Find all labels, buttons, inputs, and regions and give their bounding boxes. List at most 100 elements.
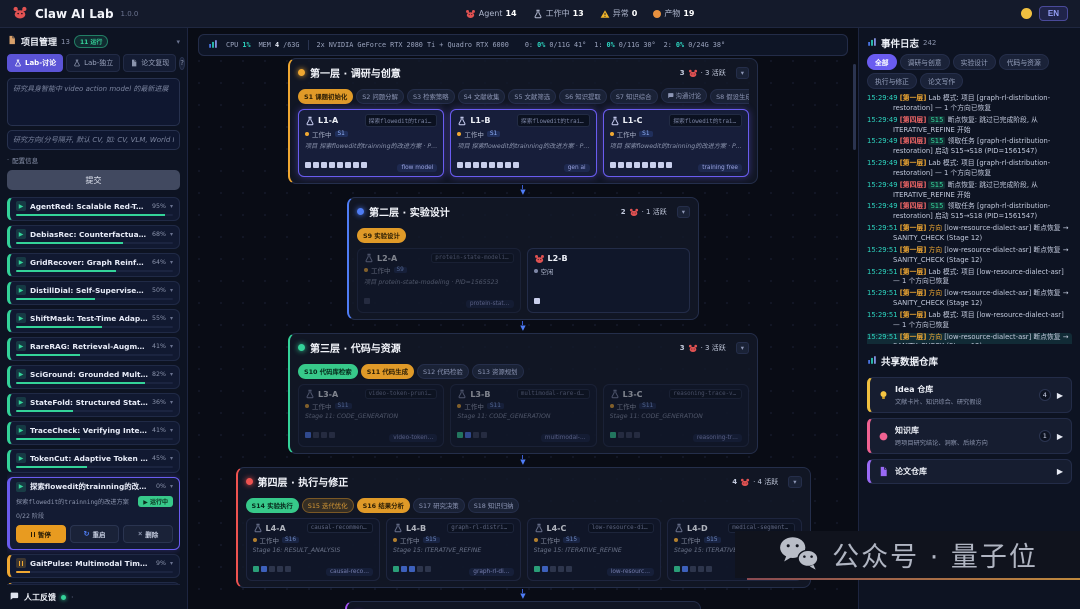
agent-card-L3-A[interactable]: L3-Avideo-token-pruning 工作中S11 Stage 11:… — [298, 384, 444, 447]
log-filter-3[interactable]: 代码与资源 — [999, 54, 1049, 70]
chevron-down-icon[interactable]: ▾ — [170, 343, 173, 350]
chevron-down-icon[interactable]: ▾ — [170, 455, 173, 462]
agent-card-L4-B[interactable]: L4-Bgraph-rl-distribution⋯ 工作中S15 Stage … — [386, 518, 521, 581]
restart-button[interactable]: ↻重启 — [70, 525, 120, 543]
project-item[interactable]: ▶ AgentRed: Scalable Red-Teaming and F..… — [7, 197, 180, 221]
log-filter-2[interactable]: 实验设计 — [953, 54, 996, 70]
log-entry[interactable]: 15:29:49 [第一层] Lab 模式: 项目 [graph-rl-dist… — [867, 159, 1072, 179]
agent-card-L4-C[interactable]: L4-Clow-resource-dialect-⋯ 工作中S15 Stage … — [527, 518, 662, 581]
layer-collapse-icon[interactable]: ▾ — [788, 476, 801, 488]
project-item[interactable]: ▶ RareRAG: Retrieval-Augmented Multim...… — [7, 337, 180, 361]
stage-pill[interactable]: S18 知识归纳 — [468, 498, 520, 513]
stage-pill[interactable]: S16 结果分析 — [357, 498, 410, 513]
collapse-icon[interactable]: ▾ — [176, 38, 180, 46]
log-entry[interactable]: 15:29:51 [第一层] 方向 [low-resource-dialect-… — [867, 289, 1072, 309]
chevron-down-icon[interactable]: ▾ — [170, 399, 173, 406]
chevron-down-icon[interactable]: ▾ — [170, 287, 173, 294]
log-entry[interactable]: 15:29:51 [第一层] Lab 模式: 项目 [low-resource-… — [867, 311, 1072, 331]
theme-toggle[interactable] — [1021, 8, 1032, 19]
stage-pill[interactable]: 沟通讨论 — [661, 88, 708, 103]
layer-collapse-icon[interactable]: ▾ — [736, 67, 749, 79]
stage-pill[interactable]: S15 迭代优化 — [302, 498, 354, 513]
project-item[interactable]: ▶ ShiftMask: Test-Time Adaptation for Cr… — [7, 309, 180, 333]
delete-button[interactable]: ×删除 — [123, 525, 173, 543]
project-item[interactable]: ▶ DistillDial: Self-Supervised Distillat… — [7, 281, 180, 305]
play-icon[interactable]: ▶ — [1057, 432, 1063, 441]
agent-card-L4-A[interactable]: L4-Acausal-recommendation⋯ 工作中S16 Stage … — [246, 518, 381, 581]
chevron-down-icon[interactable]: ▾ — [170, 427, 173, 434]
chevron-down-icon[interactable]: ▾ — [170, 315, 173, 322]
stage-pill[interactable]: S11 代码生成 — [361, 364, 414, 379]
stage-pill[interactable]: S13 资源规划 — [472, 364, 524, 379]
progress-block — [481, 432, 487, 438]
stage-pill[interactable]: S7 知识综合 — [610, 89, 658, 104]
config-row[interactable]: · 配置信息 — [7, 155, 180, 165]
log-entry[interactable]: 15:29:51 [第一层] 方向 [low-resource-dialect-… — [867, 333, 1072, 344]
agent-card-L2-A[interactable]: L2-Aprotein-state-modeling 工作中S9 项目 prot… — [357, 248, 521, 313]
log-entry[interactable]: 15:29:51 [第一层] Lab 模式: 项目 [low-resource-… — [867, 268, 1072, 288]
log-filter-0[interactable]: 全部 — [867, 54, 897, 70]
agent-card-L1-C[interactable]: L1-C探索flowedit的trainnin⋯ 工作中S1 项目 探索flow… — [603, 109, 749, 177]
stage-pill[interactable]: S4 文献收集 — [458, 89, 506, 104]
log-entry[interactable]: 15:29:49 [第一层] Lab 模式: 项目 [graph-rl-dist… — [867, 94, 1072, 114]
project-item[interactable]: ▶ TraceCheck: Verifying Intermediate Rea… — [7, 421, 180, 445]
topic-input[interactable] — [7, 78, 180, 126]
stage-pill[interactable]: S5 文献筛选 — [508, 89, 556, 104]
agent-card-L3-C[interactable]: L3-Creasoning-trace-verifi⋯ 工作中S11 Stage… — [603, 384, 749, 447]
project-item[interactable]: ▶ GridRecover: Graph Reinforcement Lea..… — [7, 253, 180, 277]
stage-pill[interactable]: S8 假设生成 — [710, 89, 749, 104]
log-entry[interactable]: 15:29:51 [第一层] 方向 [low-resource-dialect-… — [867, 246, 1072, 266]
chevron-down-icon[interactable]: ▾ — [170, 371, 173, 378]
chevron-down-icon[interactable]: ▾ — [170, 231, 173, 238]
chevron-down-icon[interactable]: ▾ — [170, 483, 173, 490]
log-entry[interactable]: 15:29:49 [第四层] S15 领取任务 [graph-rl-distri… — [867, 202, 1072, 222]
stage-pill[interactable]: S10 代码库检索 — [298, 364, 358, 379]
help-button[interactable]: ? — [179, 57, 185, 70]
chevron-down-icon[interactable]: ▾ — [170, 203, 173, 210]
play-icon[interactable]: ▶ — [1057, 467, 1063, 476]
stage-pill[interactable]: S2 问题分解 — [356, 89, 404, 104]
project-item[interactable]: ▶ SciGround: Grounded Multimodal Retri..… — [7, 365, 180, 389]
chevron-down-icon[interactable]: ▾ — [170, 560, 173, 567]
canvas-scrollbar[interactable] — [853, 64, 856, 150]
log-filter-4[interactable]: 执行与修正 — [867, 73, 917, 89]
repo-card-2[interactable]: 论文仓库 ▶ — [867, 459, 1072, 484]
log-entry[interactable]: 15:29:49 [第四层] S15 断点恢复: 跳过已完成阶段, 从 ITER… — [867, 181, 1072, 201]
play-icon[interactable]: ▶ — [1057, 391, 1063, 400]
agent-card-L2-B[interactable]: L2-B 空闲 — [527, 248, 691, 313]
language-button[interactable]: EN — [1039, 6, 1068, 21]
stage-pill[interactable]: S17 研究决策 — [413, 498, 465, 513]
stage-pill[interactable]: S3 检索策略 — [407, 89, 455, 104]
log-filter-5[interactable]: 论文写作 — [920, 73, 963, 89]
layer-collapse-icon[interactable]: ▾ — [736, 342, 749, 354]
stage-pill[interactable]: S12 代码检验 — [417, 364, 469, 379]
project-item[interactable]: ▶ StateFold: Structured State Space Mod.… — [7, 393, 180, 417]
project-item-active[interactable]: ▶ 探索flowedit的trainning的改进方案 0% ▾ 探索flowe… — [7, 477, 180, 550]
tab-paper-repro[interactable]: 论文复现 — [123, 54, 176, 72]
layer-collapse-icon[interactable]: ▾ — [677, 206, 690, 218]
project-item[interactable]: ▶ TokenCut: Adaptive Token Pruning for .… — [7, 449, 180, 473]
stage-pill[interactable]: S1 课题初始化 — [298, 89, 353, 104]
project-item[interactable]: GaitPulse: Multimodal Time-Series Mod...… — [7, 554, 180, 578]
direction-input[interactable] — [7, 130, 180, 150]
log-filter-1[interactable]: 调研与创意 — [900, 54, 950, 70]
project-item[interactable]: ▶ DebiasRec: Counterfactual Representat.… — [7, 225, 180, 249]
stage-pill[interactable]: S6 知识提取 — [559, 89, 607, 104]
agent-card-L1-B[interactable]: L1-B探索flowedit的trainnin⋯ 工作中S1 项目 探索flow… — [450, 109, 596, 177]
repo-card-1[interactable]: 知识库 跨项目研究结论、洞察、后续方向 1 ▶ — [867, 418, 1072, 454]
log-entry[interactable]: 15:29:49 [第四层] S15 断点恢复: 跳过已完成阶段, 从 ITER… — [867, 116, 1072, 136]
submit-button[interactable]: 提交 — [7, 170, 180, 190]
tab-lab-solo[interactable]: Lab-独立 — [66, 54, 120, 72]
log-entry[interactable]: 15:29:49 [第四层] S15 领取任务 [graph-rl-distri… — [867, 137, 1072, 157]
tab-lab-discuss[interactable]: Lab-讨论 — [7, 54, 63, 72]
agent-card-L3-B[interactable]: L3-Bmultimodal-rare-disea⋯ 工作中S11 Stage … — [450, 384, 596, 447]
project-item[interactable]: VCA-Bench: Evaluating Constraint Exec...… — [7, 582, 180, 584]
pause-button[interactable]: 暂停 — [16, 525, 66, 543]
stage-pill[interactable]: S9 实验设计 — [357, 228, 406, 243]
chevron-down-icon[interactable]: ▾ — [170, 259, 173, 266]
stage-pill[interactable]: S14 实验执行 — [246, 498, 299, 513]
log-entry[interactable]: 15:29:51 [第一层] 方向 [low-resource-dialect-… — [867, 224, 1072, 244]
repo-card-0[interactable]: Idea 仓库 文献卡片、知识综合、研究假设 4 ▶ — [867, 377, 1072, 413]
agent-card-L1-A[interactable]: L1-A探索flowedit的trainnin⋯ 工作中S1 项目 探索flow… — [298, 109, 444, 177]
feedback-bar[interactable]: 人工反馈 · — [7, 584, 180, 609]
